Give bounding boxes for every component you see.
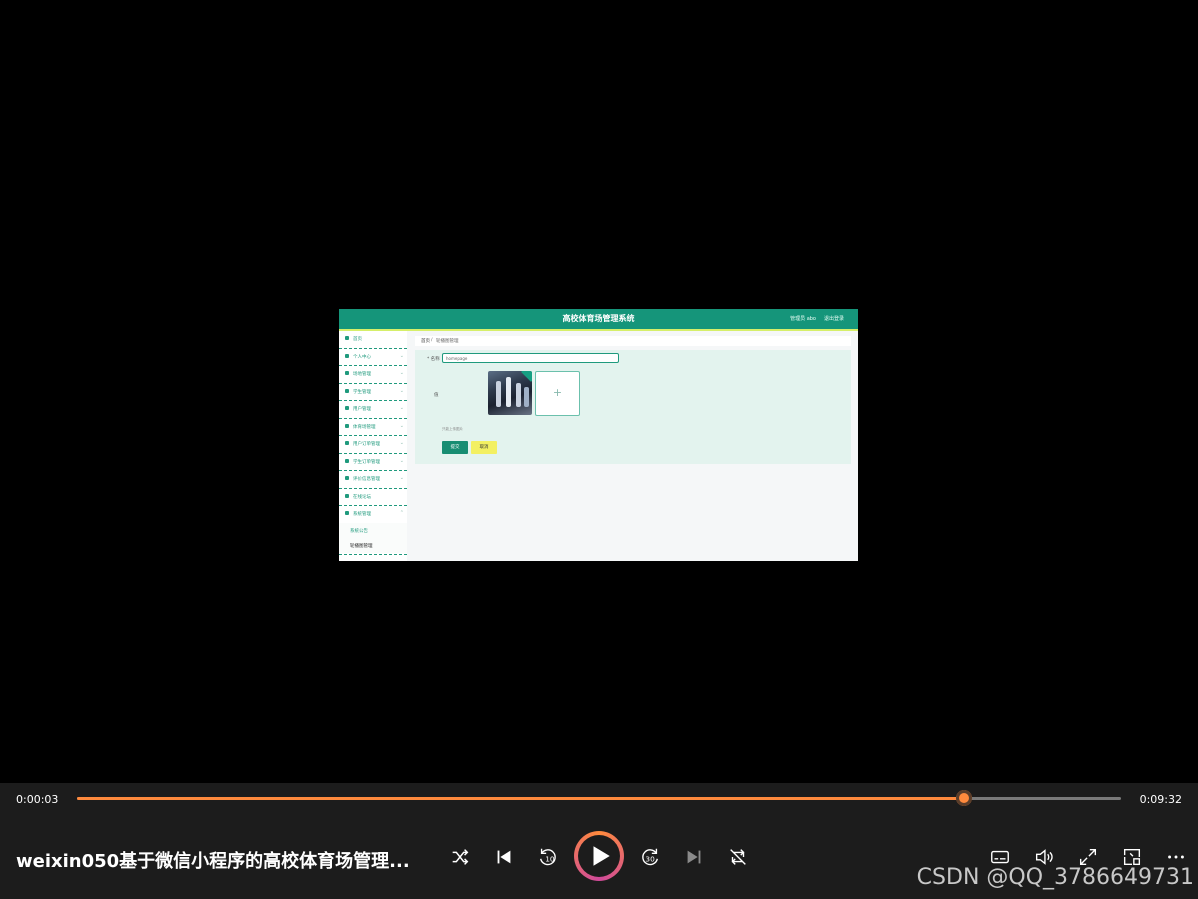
chevron-down-icon: ⌄ xyxy=(399,405,404,411)
chevron-down-icon: ⌄ xyxy=(399,440,404,446)
breadcrumb: 首页 / 轮播图管理 xyxy=(415,336,851,346)
student-icon xyxy=(345,388,349,393)
video-title: weixin050基于微信小程序的高校体育场管理... xyxy=(16,851,410,872)
app-user: 管理员 abo xyxy=(790,316,816,322)
sidebar-item-venue: 场地管理 ⌄ xyxy=(339,366,407,384)
svg-text:10: 10 xyxy=(545,855,555,864)
forum-icon xyxy=(345,493,349,498)
user-icon xyxy=(345,353,349,358)
plus-icon: + xyxy=(552,386,563,399)
svg-text:30: 30 xyxy=(645,855,655,864)
home-icon xyxy=(345,336,349,340)
submit-button: 提交 xyxy=(442,441,468,454)
sidebar: 首页 个人中心 ⌄ 场地管理 ⌄ 学生管理 ⌄ 用户管理 ⌄ 体育场管理 ⌄ 用户订单管理… xyxy=(339,331,407,561)
repeat-button[interactable] xyxy=(726,846,750,868)
chevron-down-icon: ⌄ xyxy=(399,475,404,481)
chevron-down-icon: ⌄ xyxy=(399,387,404,394)
sidebar-item-students: 学生管理 ⌄ xyxy=(339,384,407,401)
title-label: * 名称 xyxy=(427,357,440,362)
chevron-down-icon: ⌄ xyxy=(399,352,404,359)
users-icon xyxy=(345,406,349,410)
order-icon xyxy=(345,458,349,463)
seek-thumb[interactable] xyxy=(956,790,973,806)
settings-icon xyxy=(345,511,349,515)
previous-button[interactable] xyxy=(492,846,516,868)
rewind-10-icon: 10 xyxy=(539,848,556,866)
sidebar-item-student-orders: 学生订单管理 ⌄ xyxy=(339,454,407,471)
chevron-down-icon: ⌄ xyxy=(399,422,404,429)
app-title: 高校体育场管理系统 xyxy=(562,314,635,323)
sidebar-subitem-announcements: 系统公告 xyxy=(339,522,407,538)
forward-30-button[interactable]: 30 xyxy=(638,846,662,868)
video-frame[interactable]: 高校体育场管理系统 管理员 abo 退出登录 首页 个人中心 ⌄ 场地管理 ⌄ 学生… xyxy=(339,309,858,561)
sidebar-divider xyxy=(339,553,407,555)
sidebar-item-profile: 个人中心 ⌄ xyxy=(339,349,407,366)
chevron-down-icon: ⌄ xyxy=(399,370,404,376)
next-icon xyxy=(687,850,701,864)
breadcrumb-current: 轮播图管理 xyxy=(436,339,459,344)
review-icon xyxy=(345,476,349,480)
watermark: CSDN @QQ_3786649731 xyxy=(916,865,1194,890)
shuffle-button[interactable] xyxy=(448,846,472,868)
sidebar-item-reviews: 评价信息管理 ⌄ xyxy=(339,471,407,489)
chevron-up-icon: ⌃ xyxy=(399,510,404,516)
upload-button: + xyxy=(535,371,580,416)
sidebar-item-users: 用户管理 ⌄ xyxy=(339,401,407,419)
sidebar-item-forum: 在线论坛 xyxy=(339,489,407,506)
image-label: 值 xyxy=(434,393,439,398)
rewind-10-button[interactable]: 10 xyxy=(536,846,560,868)
breadcrumb-separator: / xyxy=(431,338,433,343)
sidebar-subitem-carousel: 轮播图管理 xyxy=(339,537,407,553)
previous-icon xyxy=(497,850,511,864)
play-button[interactable] xyxy=(574,831,624,881)
title-input xyxy=(442,353,619,363)
logout-link: 退出登录 xyxy=(823,316,844,322)
play-icon xyxy=(593,846,610,866)
chevron-down-icon: ⌄ xyxy=(399,457,404,464)
carousel-form: * 名称 值 + 只能上传图片 提交 取消 xyxy=(415,350,851,464)
uploaded-image xyxy=(488,371,532,415)
breadcrumb-home: 首页 xyxy=(421,339,430,344)
total-time: 0:09:32 xyxy=(1139,793,1182,806)
next-button[interactable] xyxy=(682,846,706,868)
upload-hint: 只能上传图片 xyxy=(442,427,463,431)
repeat-icon xyxy=(730,849,746,865)
success-badge xyxy=(521,371,532,382)
forward-30-icon: 30 xyxy=(642,848,659,866)
list-icon xyxy=(345,441,349,445)
stadium-icon xyxy=(345,423,349,428)
sidebar-item-home: 首页 xyxy=(339,331,407,349)
current-time: 0:00:03 xyxy=(16,793,59,806)
shuffle-icon xyxy=(452,849,469,865)
app-header: 高校体育场管理系统 管理员 abo 退出登录 xyxy=(339,309,858,331)
seek-bar[interactable] xyxy=(77,790,1121,806)
player-controls: 0:00:03 0:09:32 weixin050基于微信小程序的高校体育场管理… xyxy=(0,783,1198,899)
cancel-button: 取消 xyxy=(471,441,497,454)
sidebar-item-stadium: 体育场管理 ⌄ xyxy=(339,419,407,436)
sidebar-item-system: 系统管理 ⌃ xyxy=(339,506,407,523)
sidebar-item-user-orders: 用户订单管理 ⌄ xyxy=(339,436,407,454)
seek-bar-progress xyxy=(77,797,965,800)
venue-icon xyxy=(345,371,349,375)
